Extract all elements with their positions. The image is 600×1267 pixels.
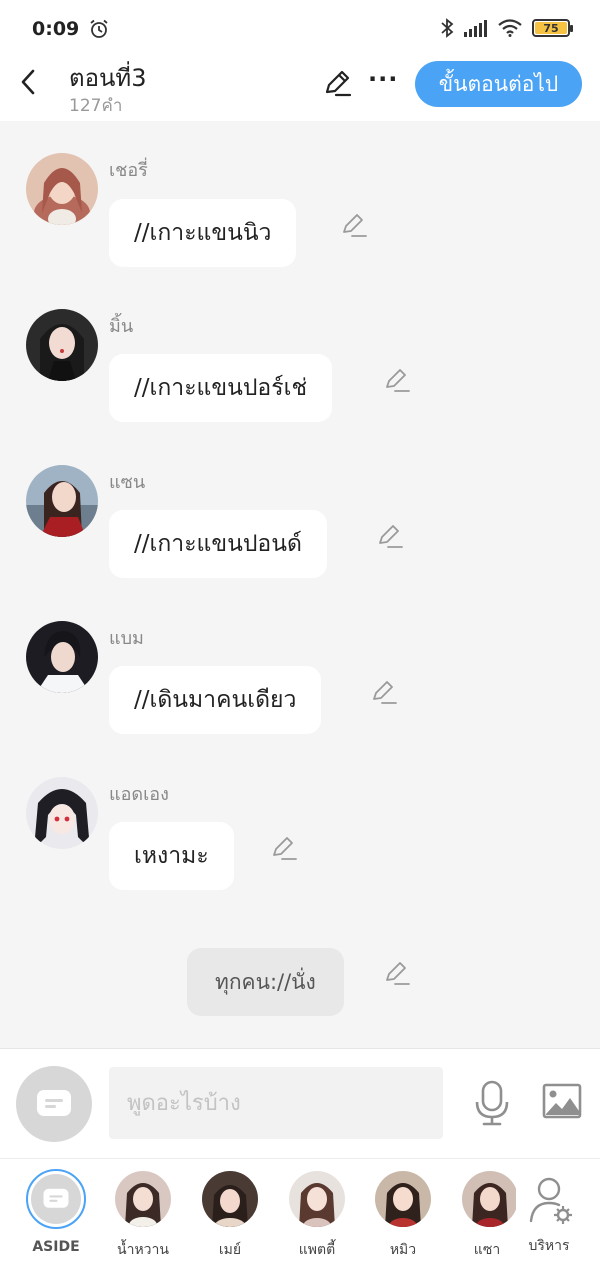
- edit-message-icon[interactable]: [377, 523, 403, 549]
- sender-name: มิ้น: [109, 316, 134, 337]
- avatar[interactable]: [26, 153, 98, 225]
- character-name: แซา: [473, 1242, 501, 1258]
- edit-message-icon[interactable]: [271, 835, 297, 861]
- aside-toggle-button[interactable]: [16, 1066, 92, 1142]
- edit-message-icon[interactable]: [371, 679, 397, 705]
- character-aside[interactable]: ASIDE: [16, 1169, 96, 1255]
- avatar[interactable]: [26, 309, 98, 381]
- avatar: [115, 1171, 171, 1227]
- avatar: [202, 1171, 258, 1227]
- header: ตอนที่3 127คำ ··· ขั้นตอนต่อไป: [0, 58, 600, 121]
- sender-name: แบม: [109, 628, 144, 649]
- message-bubble[interactable]: //เกาะแขนปอร์เช่: [109, 354, 333, 422]
- character-name: เมย์: [218, 1242, 242, 1258]
- character-item[interactable]: หมิว: [363, 1171, 443, 1261]
- chevron-left-icon: [21, 69, 35, 95]
- character-item[interactable]: แซา: [446, 1171, 516, 1261]
- sender-name: แซน: [109, 472, 146, 493]
- message-bubble[interactable]: //เดินมาคนเดียว: [109, 666, 322, 734]
- edit-narration-icon[interactable]: [384, 960, 410, 986]
- character-name: ASIDE: [32, 1239, 80, 1255]
- manage-characters-button[interactable]: บริหาร: [509, 1171, 589, 1257]
- character-item[interactable]: แพตตี้: [277, 1171, 357, 1261]
- status-bar: 0:09 75: [0, 0, 600, 58]
- message-bubble[interactable]: //เกาะแขนนิว: [109, 199, 297, 267]
- message-bubble-icon: [37, 1090, 71, 1116]
- sender-name: เชอรี่: [109, 160, 148, 181]
- word-count: 127คำ: [69, 96, 123, 116]
- battery-level: 75: [535, 22, 567, 35]
- chat-area: เชอรี่ //เกาะแขนนิว มิ้น //เกาะแขนปอร์เช…: [0, 121, 600, 1048]
- avatar: [289, 1171, 345, 1227]
- wifi-icon: [498, 19, 522, 37]
- character-name: หมิว: [389, 1242, 417, 1258]
- next-step-button[interactable]: ขั้นตอนต่อไป: [415, 61, 582, 107]
- character-item[interactable]: น้ำหวาน: [103, 1171, 183, 1261]
- edit-title-button[interactable]: [322, 68, 352, 98]
- avatar: [375, 1171, 431, 1227]
- character-name: แพตตี้: [298, 1242, 336, 1258]
- sender-name: แอดเอง: [109, 784, 169, 805]
- avatar[interactable]: [26, 777, 98, 849]
- status-time: 0:09: [32, 18, 80, 40]
- avatar[interactable]: [26, 621, 98, 693]
- alarm-icon: [90, 19, 108, 38]
- edit-message-icon[interactable]: [341, 212, 367, 238]
- character-item[interactable]: เมย์: [190, 1171, 270, 1261]
- message-bubble-icon: [43, 1188, 69, 1208]
- status-icons: 75: [440, 18, 573, 38]
- message-input[interactable]: [109, 1067, 443, 1139]
- image-icon[interactable]: [542, 1083, 582, 1119]
- avatar[interactable]: [26, 465, 98, 537]
- signal-icon: [464, 20, 487, 37]
- input-bar: [0, 1048, 600, 1158]
- battery-icon: 75: [532, 19, 573, 37]
- avatar: [462, 1171, 516, 1227]
- character-selector: ASIDE น้ำหวาน เมย์ แพตตี้ หมิว แซา บริหา…: [0, 1158, 600, 1267]
- bluetooth-icon: [441, 18, 454, 38]
- microphone-icon[interactable]: [474, 1080, 510, 1126]
- aside-avatar: [26, 1169, 86, 1229]
- narration-bubble[interactable]: ทุกคน://นั่ง: [187, 948, 344, 1016]
- back-button[interactable]: [14, 66, 42, 98]
- message-bubble[interactable]: เหงามะ: [109, 822, 234, 890]
- character-name: บริหาร: [528, 1238, 570, 1254]
- message-bubble[interactable]: //เกาะแขนปอนด์: [109, 510, 327, 578]
- user-settings-icon: [529, 1177, 572, 1224]
- edit-message-icon[interactable]: [384, 367, 410, 393]
- character-name: น้ำหวาน: [117, 1242, 169, 1258]
- more-options-button[interactable]: ···: [368, 66, 397, 96]
